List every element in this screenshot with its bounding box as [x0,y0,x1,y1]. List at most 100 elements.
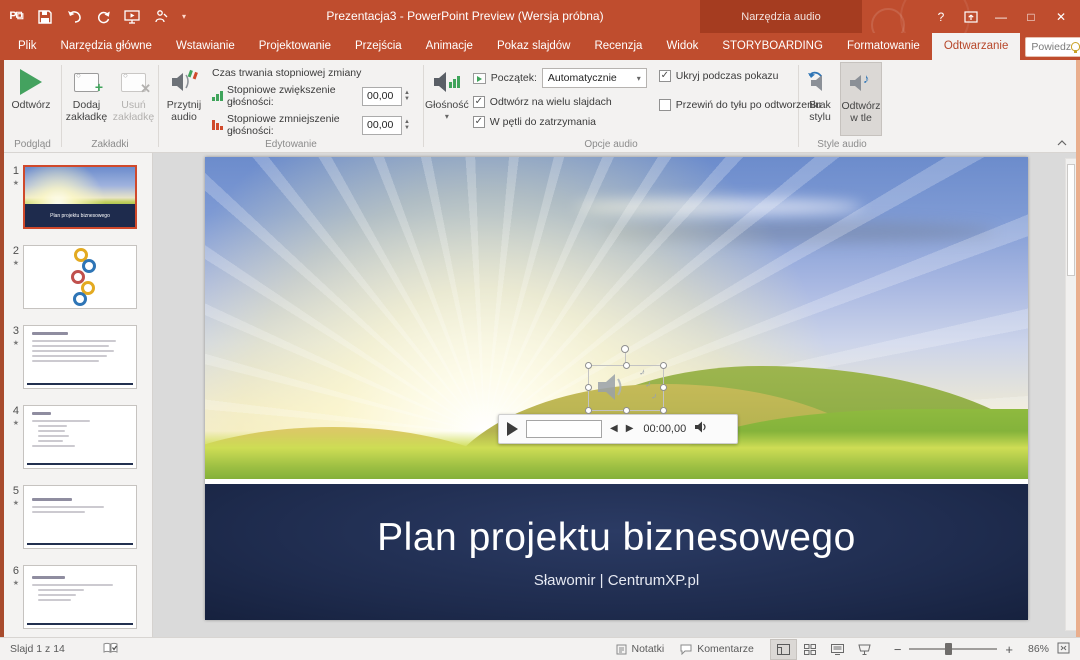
ribbon-group-editing: Przytnij audio Czas trwania stopniowej z… [160,62,422,152]
thumbnail-slide-4[interactable] [23,405,137,469]
reading-view-button[interactable] [824,639,851,660]
help-icon[interactable]: ? [926,0,956,33]
remove-bookmark-button[interactable]: ✕ Usuń zakładkę [110,62,157,136]
start-dropdown[interactable]: Automatycznie ▾ [542,68,647,88]
add-bookmark-button[interactable]: + Dodaj zakładkę [63,62,110,136]
volume-button[interactable]: Głośność ▾ [425,62,469,136]
tell-me-box[interactable]: Powiedz [1025,37,1080,57]
status-bar: Slajd 1 z 14 Notatki Komentarze [0,637,1080,660]
animation-star-icon[interactable]: ★ [13,339,19,347]
animation-star-icon[interactable]: ★ [13,259,19,267]
tab-przejscia[interactable]: Przejścia [343,33,414,60]
spinner-arrows-icon[interactable]: ▲▼ [404,120,410,131]
tab-recenzja[interactable]: Recenzja [582,33,654,60]
selection-handle[interactable] [585,407,592,414]
selection-handle[interactable] [660,384,667,391]
scrollbar-thumb[interactable] [1067,164,1075,276]
thumbnail-slide-1[interactable]: Plan projektu biznesowego [23,165,137,229]
animation-star-icon[interactable]: ★ [13,499,19,507]
trim-audio-icon [170,68,198,96]
fit-slide-to-window-icon[interactable] [1057,642,1070,657]
tab-odtwarzanie[interactable]: Odtwarzanie [932,33,1021,60]
tab-storyboarding[interactable]: STORYBOARDING [710,33,835,60]
tab-animacje[interactable]: Animacje [414,33,485,60]
audio-object[interactable]: ♪ ♪ ♪ [588,347,666,413]
tab-widok[interactable]: Widok [654,33,710,60]
checkbox-icon[interactable] [473,116,485,128]
share-icon[interactable] [956,0,986,33]
no-style-icon [807,68,833,96]
slide-subtitle[interactable]: Sławomir | CentrumXP.pl [534,572,699,589]
zoom-out-icon[interactable]: − [894,643,902,656]
slide-number: 1 [13,165,19,177]
tab-projektowanie[interactable]: Projektowanie [247,33,343,60]
selection-handle[interactable] [623,362,630,369]
ring-graphic [73,292,87,306]
checkbox-icon[interactable] [659,70,671,82]
selection-handle[interactable] [585,384,592,391]
checkbox-loop-until-stopped[interactable]: W pętli do zatrzymania [473,116,647,128]
player-move-back-icon[interactable]: ◀ [610,424,618,434]
collapse-ribbon-icon[interactable] [1054,137,1070,149]
thumbnail-slide-3[interactable] [23,325,137,389]
no-style-button[interactable]: Brak stylu [800,62,840,136]
checkbox-hide-during-show[interactable]: Ukryj podczas pokazu [659,70,821,82]
maximize-icon[interactable]: □ [1016,0,1046,33]
slideshow-view-button[interactable] [851,639,878,660]
work-area: 1 ★ Plan projektu biznesowego 2 ★ [0,153,1080,637]
notes-button[interactable]: Notatki [616,643,665,655]
animation-star-icon[interactable]: ★ [13,579,19,587]
checkbox-icon[interactable] [659,99,671,111]
zoom-in-icon[interactable]: + [1005,643,1013,656]
selection-handle[interactable] [585,362,592,369]
fade-in-value[interactable]: 00,00 [362,87,402,106]
slide-editor[interactable]: Plan projektu biznesowego Sławomir | Cen… [205,157,1028,620]
checkbox-play-across-slides[interactable]: Odtwórz na wielu slajdach [473,96,647,108]
thumbnail-slide-5[interactable] [23,485,137,549]
selection-handle[interactable] [623,407,630,414]
player-volume-icon[interactable] [694,420,707,438]
selection-handle[interactable] [660,407,667,414]
play-in-background-button[interactable]: ♪ Odtwórz w tle [840,62,882,136]
fade-out-stepper[interactable]: 00,00 ▲▼ [362,116,410,135]
thumbnail-accent-bar [27,543,133,546]
slide-sorter-view-button[interactable] [797,639,824,660]
fade-in-stepper[interactable]: 00,00 ▲▼ [362,87,410,106]
checkbox-rewind-after-playing[interactable]: Przewiń do tyłu po odtworzeniu [659,99,821,111]
fade-out-value[interactable]: 00,00 [362,116,402,135]
selection-handle[interactable] [660,362,667,369]
spellcheck-icon[interactable] [103,642,118,657]
comments-button[interactable]: Komentarze [680,643,754,655]
animation-star-icon[interactable]: ★ [13,419,19,427]
zoom-controls: − + 86% [894,642,1070,657]
group-label-preview: Podgląd [5,139,60,150]
play-preview-button[interactable]: Odtwórz [5,62,57,136]
zoom-slider[interactable] [909,648,997,650]
trim-audio-button[interactable]: Przytnij audio [160,62,208,136]
thumbnail-slide-6[interactable] [23,565,137,629]
player-move-forward-icon[interactable]: ▶ [626,424,634,434]
tab-plik[interactable]: Plik [6,33,49,60]
normal-view-button[interactable] [770,639,797,660]
ribbon-group-audio-styles: Brak stylu ♪ Odtwórz w tle Style audio [800,62,884,152]
slide-title[interactable]: Plan projektu biznesowego [377,516,856,560]
player-play-icon[interactable] [507,422,518,436]
tell-me-label: Powiedz [1031,41,1071,53]
tab-narzedzia-glowne[interactable]: Narzędzia główne [49,33,164,60]
tab-formatowanie[interactable]: Formatowanie [835,33,932,60]
fade-out-label: Stopniowe zmniejszenie głośności: [227,113,358,137]
tab-pokaz-slajdow[interactable]: Pokaz slajdów [485,33,583,60]
animation-star-icon[interactable]: ★ [13,179,19,187]
tab-wstawianie[interactable]: Wstawianie [164,33,247,60]
zoom-level[interactable]: 86% [1021,643,1049,655]
rotation-handle[interactable] [621,345,629,353]
slide-thumbnail-panel: 1 ★ Plan projektu biznesowego 2 ★ [0,153,153,637]
checkbox-icon[interactable] [473,96,485,108]
spinner-arrows-icon[interactable]: ▲▼ [404,91,410,102]
minimize-icon[interactable]: — [986,0,1016,33]
player-time: 00:00,00 [643,423,686,435]
zoom-slider-handle[interactable] [945,643,952,655]
player-progress-bar[interactable] [526,420,602,438]
thumbnail-slide-2[interactable] [23,245,137,309]
close-icon[interactable]: ✕ [1046,0,1076,33]
